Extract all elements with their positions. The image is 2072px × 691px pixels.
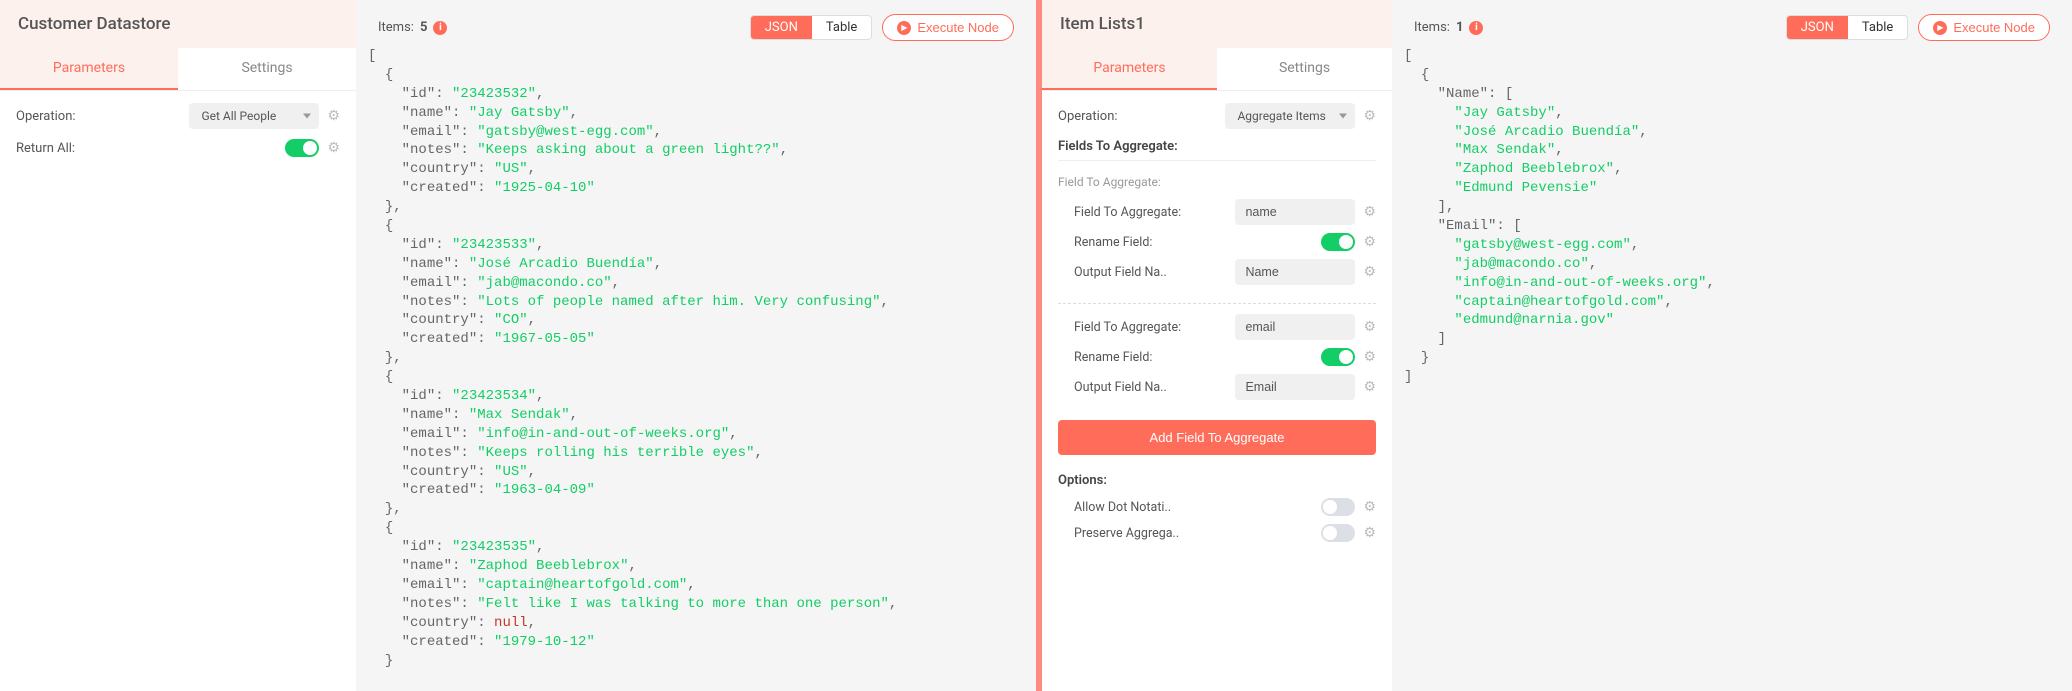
node-title: Item Lists1 bbox=[1042, 0, 1392, 48]
json-view-btn[interactable]: JSON bbox=[1787, 16, 1848, 39]
gear-icon[interactable]: ⚙ bbox=[1363, 108, 1376, 124]
right-config-panel: Item Lists1 Parameters Settings Operatio… bbox=[1042, 0, 1392, 691]
aggregate-group-2: Field To Aggregate: ⚙ Rename Field: ⚙ Ou… bbox=[1058, 310, 1376, 412]
tab-parameters[interactable]: Parameters bbox=[1042, 48, 1217, 90]
operation-row: Operation: Aggregate Items ⚙ bbox=[1058, 103, 1376, 129]
json-output: [ { "id": "23423532", "name": "Jay Gatsb… bbox=[368, 47, 1024, 670]
gear-icon[interactable]: ⚙ bbox=[1363, 319, 1376, 335]
output-field-input[interactable] bbox=[1235, 259, 1355, 285]
tab-parameters[interactable]: Parameters bbox=[0, 48, 178, 90]
field-to-aggregate-input[interactable] bbox=[1235, 314, 1355, 340]
view-toggle: JSON Table bbox=[1786, 15, 1909, 40]
operation-label: Operation: bbox=[1058, 109, 1118, 124]
items-label: Items: bbox=[1414, 20, 1450, 35]
tab-settings[interactable]: Settings bbox=[1217, 48, 1392, 90]
operation-select[interactable]: Get All People bbox=[189, 103, 319, 129]
output-field-label: Output Field Na.. bbox=[1074, 380, 1184, 395]
operation-label: Operation: bbox=[16, 109, 76, 124]
output-field-input[interactable] bbox=[1235, 374, 1355, 400]
play-icon: ▶ bbox=[897, 21, 911, 35]
preserve-toggle[interactable] bbox=[1321, 524, 1355, 542]
return-all-label: Return All: bbox=[16, 141, 75, 156]
tab-settings[interactable]: Settings bbox=[178, 48, 356, 90]
operation-select[interactable]: Aggregate Items bbox=[1225, 103, 1355, 129]
output-field-label: Output Field Na.. bbox=[1074, 265, 1184, 280]
json-view-btn[interactable]: JSON bbox=[751, 16, 812, 39]
gear-icon[interactable]: ⚙ bbox=[1363, 349, 1376, 365]
json-header: Items: 1 i JSON Table ▶ Execute Node bbox=[1404, 8, 2060, 47]
execute-node-button[interactable]: ▶ Execute Node bbox=[1918, 14, 2050, 41]
allow-dot-toggle[interactable] bbox=[1321, 498, 1355, 516]
execute-label: Execute Node bbox=[917, 20, 999, 35]
fields-to-aggregate-title: Fields To Aggregate: bbox=[1058, 139, 1376, 154]
view-toggle: JSON Table bbox=[750, 15, 873, 40]
aggregate-group-1: Field To Aggregate: ⚙ Rename Field: ⚙ Ou… bbox=[1058, 195, 1376, 297]
json-header: Items: 5 i JSON Table ▶ Execute Node bbox=[368, 8, 1024, 47]
rename-field-label: Rename Field: bbox=[1074, 235, 1184, 250]
preserve-label: Preserve Aggrega.. bbox=[1074, 526, 1184, 541]
gear-icon[interactable]: ⚙ bbox=[1363, 264, 1376, 280]
gear-icon[interactable]: ⚙ bbox=[1363, 525, 1376, 541]
rename-field-toggle[interactable] bbox=[1321, 348, 1355, 366]
left-json-panel: Items: 5 i JSON Table ▶ Execute Node [ {… bbox=[356, 0, 1036, 691]
table-view-btn[interactable]: Table bbox=[812, 16, 871, 39]
info-icon[interactable]: i bbox=[1469, 21, 1483, 35]
left-config-panel: Customer Datastore Parameters Settings O… bbox=[0, 0, 356, 691]
field-to-aggregate-label: Field To Aggregate: bbox=[1074, 205, 1184, 220]
gear-icon[interactable]: ⚙ bbox=[1363, 204, 1376, 220]
node-title: Customer Datastore bbox=[0, 0, 356, 48]
rename-field-toggle[interactable] bbox=[1321, 233, 1355, 251]
allow-dot-label: Allow Dot Notati.. bbox=[1074, 500, 1184, 515]
return-all-row: Return All: ⚙ bbox=[16, 139, 340, 157]
gear-icon[interactable]: ⚙ bbox=[1363, 499, 1376, 515]
gear-icon[interactable]: ⚙ bbox=[327, 108, 340, 124]
options-title: Options: bbox=[1058, 473, 1376, 488]
execute-label: Execute Node bbox=[1953, 20, 2035, 35]
items-count: 1 bbox=[1456, 20, 1463, 35]
field-to-aggregate-sub: Field To Aggregate: bbox=[1058, 169, 1376, 195]
operation-row: Operation: Get All People ⚙ bbox=[16, 103, 340, 129]
rename-field-label: Rename Field: bbox=[1074, 350, 1184, 365]
table-view-btn[interactable]: Table bbox=[1848, 16, 1907, 39]
add-field-button[interactable]: Add Field To Aggregate bbox=[1058, 420, 1376, 455]
tabs: Parameters Settings bbox=[0, 48, 356, 91]
field-to-aggregate-label: Field To Aggregate: bbox=[1074, 320, 1184, 335]
items-count: 5 bbox=[420, 20, 427, 35]
items-label: Items: bbox=[378, 20, 414, 35]
return-all-toggle[interactable] bbox=[285, 139, 319, 157]
gear-icon[interactable]: ⚙ bbox=[327, 140, 340, 156]
tabs: Parameters Settings bbox=[1042, 48, 1392, 91]
gear-icon[interactable]: ⚙ bbox=[1363, 379, 1376, 395]
gear-icon[interactable]: ⚙ bbox=[1363, 234, 1376, 250]
right-json-panel: Items: 1 i JSON Table ▶ Execute Node [ {… bbox=[1392, 0, 2072, 691]
info-icon[interactable]: i bbox=[433, 21, 447, 35]
execute-node-button[interactable]: ▶ Execute Node bbox=[882, 14, 1014, 41]
json-output: [ { "Name": [ "Jay Gatsby", "José Arcadi… bbox=[1404, 47, 2060, 387]
play-icon: ▶ bbox=[1933, 21, 1947, 35]
field-to-aggregate-input[interactable] bbox=[1235, 199, 1355, 225]
